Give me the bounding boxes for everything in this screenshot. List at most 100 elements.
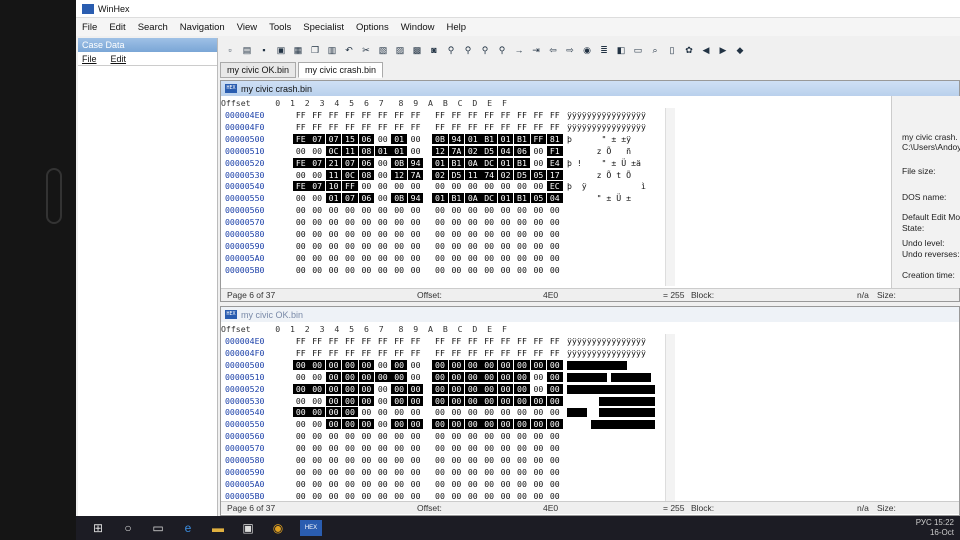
hex-byte[interactable]: 00 [408, 241, 424, 251]
paste-block-icon[interactable]: ▨ [394, 44, 406, 56]
hex-byte[interactable]: 00 [375, 253, 391, 263]
hex-byte[interactable]: FF [498, 122, 514, 132]
hex-byte[interactable]: FF [481, 348, 497, 358]
hex-byte[interactable]: 00 [514, 419, 530, 430]
hex-byte[interactable]: 00 [531, 467, 547, 477]
hex-byte[interactable]: 00 [326, 467, 342, 477]
hex-byte[interactable]: 00 [481, 265, 497, 275]
menu-help[interactable]: Help [447, 22, 467, 33]
hex-byte[interactable]: 00 [531, 491, 547, 501]
hex-byte[interactable]: 00 [325, 407, 342, 418]
hex-byte[interactable]: 00 [359, 205, 375, 215]
hex-byte[interactable]: FF [465, 122, 481, 132]
task-view-icon[interactable]: ▭ [150, 520, 166, 536]
hex-byte[interactable]: 00 [342, 479, 358, 489]
hex-byte[interactable]: 00 [375, 205, 391, 215]
hex-view[interactable]: Offset 0 1 2 3 4 5 6 7 8 9 A B C D E F 0… [221, 96, 959, 288]
hex-byte[interactable]: 00 [407, 383, 424, 394]
vertical-scrollbar[interactable] [665, 108, 675, 286]
hex-byte[interactable]: 00 [293, 359, 309, 370]
hex-byte[interactable]: 0B [391, 157, 407, 168]
vertical-scrollbar[interactable] [665, 334, 675, 502]
case-menu-edit[interactable]: Edit [111, 54, 127, 64]
hex-byte[interactable]: 00 [481, 467, 497, 477]
hex-byte[interactable]: 0B [432, 133, 448, 144]
hex-byte[interactable]: 01 [375, 145, 391, 156]
hex-byte[interactable]: 00 [465, 253, 481, 263]
hex-byte[interactable]: 00 [309, 205, 325, 215]
hex-byte[interactable]: 00 [391, 265, 407, 275]
hex-byte[interactable]: 00 [498, 491, 514, 501]
hex-byte[interactable]: 00 [531, 431, 547, 441]
hex-byte[interactable]: FF [408, 348, 424, 358]
hex-byte[interactable]: FF [391, 122, 407, 132]
hex-byte[interactable]: 00 [309, 383, 325, 394]
hex-byte[interactable]: 00 [407, 395, 424, 406]
hex-byte[interactable]: FF [408, 122, 424, 132]
hex-byte[interactable]: 00 [309, 253, 325, 263]
prev-arrow-icon[interactable]: ◀ [700, 44, 712, 56]
hex-byte[interactable]: FF [309, 122, 325, 132]
hex-byte[interactable]: 00 [391, 455, 407, 465]
hex-byte[interactable]: 00 [375, 455, 391, 465]
hex-byte[interactable]: 00 [391, 419, 407, 430]
text-column-row[interactable]: ÿÿÿÿÿÿÿÿÿÿÿÿÿÿÿÿ [567, 348, 646, 358]
hex-byte[interactable]: 00 [432, 467, 448, 477]
hex-byte[interactable]: 00 [465, 181, 481, 191]
hex-byte[interactable]: 00 [408, 229, 424, 239]
hex-byte[interactable]: 00 [448, 395, 465, 406]
hex-byte[interactable]: 12 [391, 169, 407, 180]
tab-my-civic-crash[interactable]: my civic crash.bin [298, 62, 384, 78]
hex-byte[interactable]: 00 [498, 455, 514, 465]
disk-icon[interactable]: ◉ [581, 44, 593, 56]
hex-byte[interactable]: 00 [391, 479, 407, 489]
hex-byte[interactable]: E4 [547, 157, 563, 168]
hex-byte[interactable]: 00 [449, 467, 465, 477]
hex-byte[interactable]: 00 [342, 455, 358, 465]
hex-byte[interactable]: 00 [481, 419, 497, 430]
hex-byte[interactable]: 00 [293, 479, 309, 489]
fill-icon[interactable]: ◙ [428, 44, 440, 56]
cut-icon[interactable]: ✂ [360, 44, 372, 56]
hex-byte[interactable]: 00 [514, 217, 530, 227]
hex-byte[interactable]: 06 [358, 157, 375, 168]
hex-byte[interactable]: FF [547, 110, 563, 120]
hex-byte[interactable]: 00 [432, 205, 448, 215]
hex-byte[interactable]: 00 [547, 395, 563, 406]
hex-byte[interactable]: FF [309, 110, 325, 120]
copy-icon[interactable]: ❐ [309, 44, 321, 56]
hex-byte[interactable]: 00 [293, 372, 309, 382]
back-icon[interactable]: ⇦ [547, 44, 559, 56]
hex-byte[interactable]: 00 [465, 265, 481, 275]
hex-byte[interactable]: 00 [547, 371, 563, 382]
hex-byte[interactable]: 00 [325, 359, 342, 370]
hex-byte[interactable]: 00 [293, 491, 309, 501]
hex-byte[interactable]: 00 [391, 371, 407, 382]
hex-byte[interactable]: 00 [342, 431, 358, 441]
hex-byte[interactable]: B1 [481, 133, 497, 144]
hex-byte[interactable]: 00 [375, 265, 391, 275]
hex-byte[interactable]: 00 [514, 383, 530, 394]
hex-byte[interactable]: 00 [342, 419, 358, 430]
hex-byte[interactable]: FF [481, 122, 497, 132]
hex-byte[interactable]: 00 [309, 265, 325, 275]
hex-byte[interactable]: 00 [408, 443, 424, 453]
winhex-taskbar-icon[interactable]: HEX [300, 520, 322, 536]
hex-byte[interactable]: 00 [293, 467, 309, 477]
hex-byte[interactable]: 00 [391, 467, 407, 477]
hex-byte[interactable]: FF [449, 110, 465, 120]
hex-byte[interactable]: 07 [309, 133, 325, 144]
hex-byte[interactable]: FF [514, 110, 530, 120]
hex-byte[interactable]: 00 [432, 217, 448, 227]
hex-byte[interactable]: 00 [498, 229, 514, 239]
hex-byte[interactable]: 00 [359, 181, 375, 191]
replace-text-icon[interactable]: ⚲ [479, 44, 491, 56]
open-file-icon[interactable]: ▤ [241, 44, 253, 56]
windows-start-icon[interactable]: ⊞ [90, 520, 106, 536]
hex-byte[interactable]: 00 [432, 491, 448, 501]
hex-byte[interactable]: 10 [325, 181, 342, 192]
hex-byte[interactable]: 00 [432, 383, 448, 394]
hex-byte[interactable]: 00 [531, 241, 547, 251]
hex-byte[interactable]: 00 [359, 407, 375, 417]
hex-byte[interactable]: 01 [432, 193, 448, 204]
